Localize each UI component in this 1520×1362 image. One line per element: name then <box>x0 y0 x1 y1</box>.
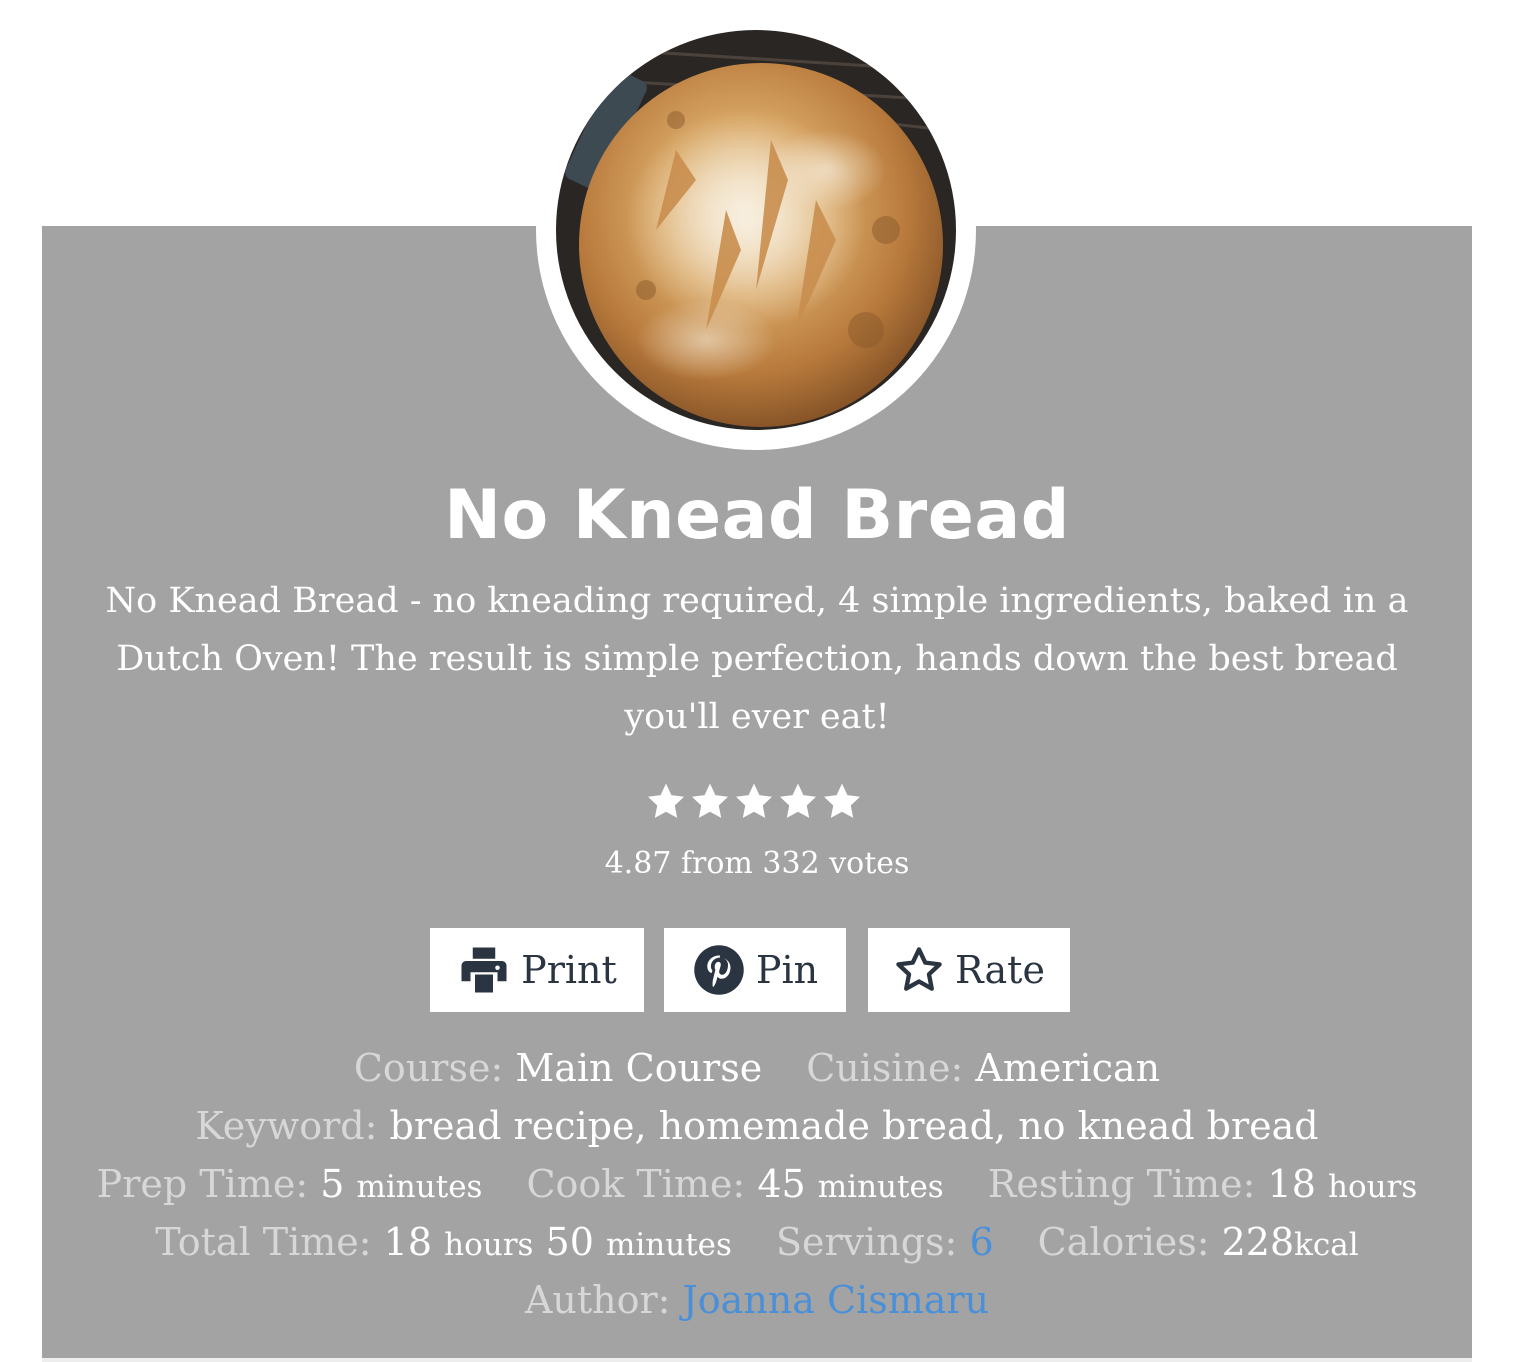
meta-row-times: Prep Time: 5 minutes Cook Time: 45 minute… <box>42 1162 1472 1206</box>
keyword-label: Keyword: <box>195 1104 378 1148</box>
course-label: Course: <box>353 1046 504 1090</box>
printer-icon <box>461 947 507 993</box>
star-icon[interactable] <box>689 780 731 824</box>
rating-summary: 4.87 from 332 votes <box>604 846 910 881</box>
pinterest-icon <box>694 945 744 995</box>
resting-time-value: 18 <box>1267 1162 1316 1206</box>
meta-row-author: Author: Joanna Cismaru <box>42 1278 1472 1322</box>
prep-time-unit: minutes <box>356 1169 483 1205</box>
card-bottom-border <box>42 1358 1472 1362</box>
star-icon[interactable] <box>645 780 687 824</box>
course-value: Main Course <box>515 1046 763 1090</box>
author-link[interactable]: Joanna Cismaru <box>683 1278 990 1322</box>
calories-label: Calories: <box>1037 1220 1210 1264</box>
cuisine-value: American <box>975 1046 1161 1090</box>
recipe-title: No Knead Bread <box>444 476 1070 555</box>
print-button-label: Print <box>521 948 617 992</box>
keyword-value: bread recipe, homemade bread, no knead b… <box>389 1104 1319 1148</box>
recipe-image <box>556 30 956 430</box>
rate-button[interactable]: Rate <box>868 928 1070 1012</box>
calories-value: 228 <box>1221 1220 1295 1264</box>
bread-loaf-photo <box>556 30 956 430</box>
meta-row-course-cuisine: Course: Main Course Cuisine: American <box>42 1046 1472 1090</box>
star-icon[interactable] <box>733 780 775 824</box>
calories-unit: kcal <box>1294 1227 1359 1263</box>
meta-row-keyword: Keyword: bread recipe, homemade bread, n… <box>42 1104 1472 1148</box>
cook-time-value: 45 <box>757 1162 806 1206</box>
cook-time-label: Cook Time: <box>526 1162 746 1206</box>
star-rating[interactable] <box>645 780 875 830</box>
servings-label: Servings: <box>775 1220 958 1264</box>
print-button[interactable]: Print <box>430 928 644 1012</box>
total-time-hours-unit: hours <box>444 1227 534 1263</box>
meta-row-total-servings: Total Time: 18 hours 50 minutes Servings:… <box>42 1220 1472 1264</box>
prep-time-value: 5 <box>320 1162 345 1206</box>
servings-adjuster[interactable]: 6 <box>969 1220 993 1264</box>
recipe-summary: No Knead Bread - no kneading required, 4… <box>105 581 1409 737</box>
cook-time-unit: minutes <box>817 1169 944 1205</box>
star-icon[interactable] <box>821 780 863 824</box>
total-time-minutes-unit: minutes <box>605 1227 732 1263</box>
author-label: Author: <box>524 1278 671 1322</box>
total-time-minutes: 50 <box>545 1220 594 1264</box>
total-time-hours: 18 <box>383 1220 433 1264</box>
pin-button[interactable]: Pin <box>664 928 846 1012</box>
star-icon[interactable] <box>777 780 819 824</box>
star-outline-icon <box>896 947 942 991</box>
total-time-label: Total Time: <box>155 1220 372 1264</box>
prep-time-label: Prep Time: <box>96 1162 309 1206</box>
pin-button-label: Pin <box>755 948 819 992</box>
resting-time-unit: hours <box>1328 1169 1418 1205</box>
resting-time-label: Resting Time: <box>987 1162 1256 1206</box>
rate-button-label: Rate <box>955 948 1045 992</box>
cuisine-label: Cuisine: <box>806 1046 964 1090</box>
